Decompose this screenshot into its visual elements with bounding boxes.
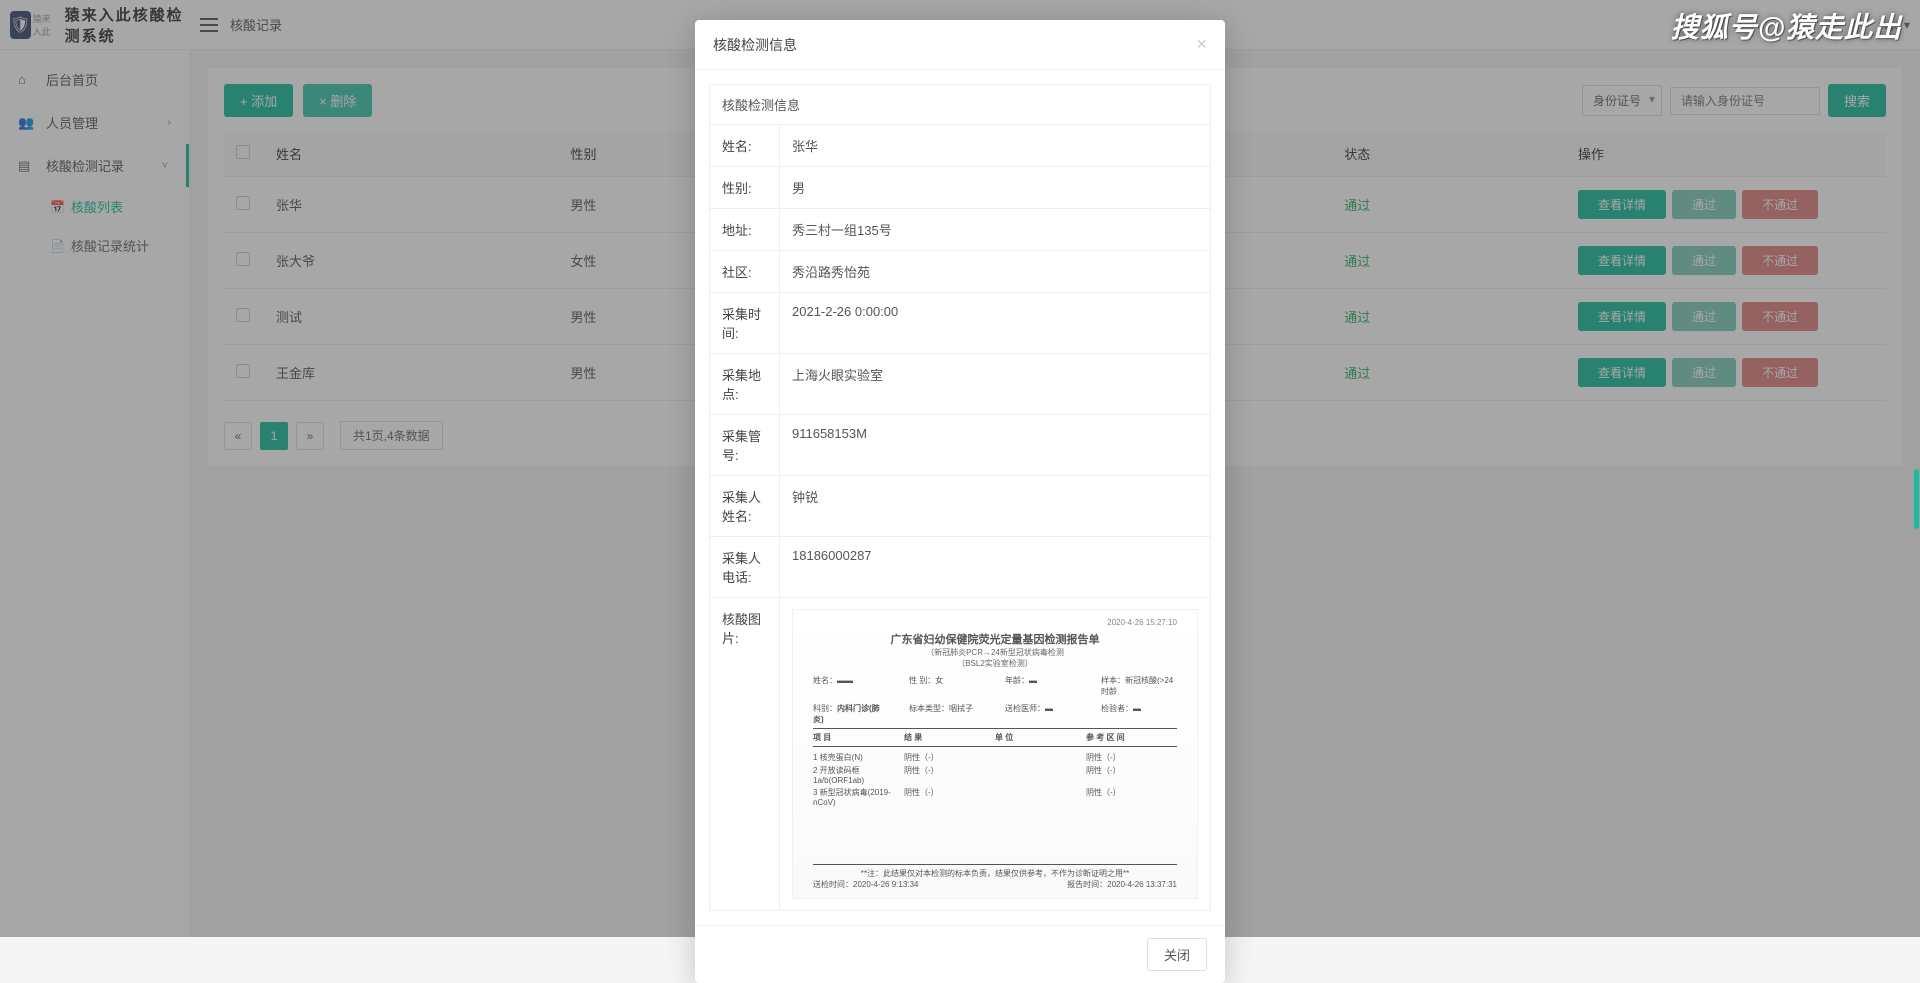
detail-label: 地址: <box>710 209 780 251</box>
detail-row: 社区: 秀沿路秀怡苑 <box>710 251 1211 293</box>
detail-value: 钟锐 <box>780 476 1211 537</box>
detail-image-cell: 2020-4-26 15:27:10 广东省妇幼保健院荧光定量基因检测报告单 （… <box>780 598 1211 911</box>
detail-value: 秀沿路秀怡苑 <box>780 251 1211 293</box>
report-image: 2020-4-26 15:27:10 广东省妇幼保健院荧光定量基因检测报告单 （… <box>792 609 1198 899</box>
detail-value: 张华 <box>780 125 1211 167</box>
detail-row: 姓名: 张华 <box>710 125 1211 167</box>
detail-value: 男 <box>780 167 1211 209</box>
close-icon[interactable]: × <box>1196 34 1207 55</box>
modal-title: 核酸检测信息 <box>713 35 797 55</box>
detail-value: 911658153M <box>780 415 1211 476</box>
detail-label: 性别: <box>710 167 780 209</box>
detail-row: 采集人姓名: 钟锐 <box>710 476 1211 537</box>
detail-row-image: 核酸图片: 2020-4-26 15:27:10 广东省妇幼保健院荧光定量基因检… <box>710 598 1211 911</box>
detail-row: 性别: 男 <box>710 167 1211 209</box>
modal-body: 核酸检测信息 姓名: 张华性别: 男地址: 秀三村一组135号社区: 秀沿路秀怡… <box>695 70 1225 925</box>
detail-row: 采集管号: 911658153M <box>710 415 1211 476</box>
detail-label: 采集管号: <box>710 415 780 476</box>
detail-label: 核酸图片: <box>710 598 780 911</box>
modal-close-button[interactable]: 关闭 <box>1147 938 1207 971</box>
modal-header: 核酸检测信息 × <box>695 20 1225 70</box>
scroll-indicator[interactable] <box>1914 469 1919 529</box>
detail-label: 采集地点: <box>710 354 780 415</box>
detail-label: 采集人姓名: <box>710 476 780 537</box>
detail-modal: 核酸检测信息 × 核酸检测信息 姓名: 张华性别: 男地址: 秀三村一组135号… <box>695 20 1225 983</box>
modal-caption: 核酸检测信息 <box>709 84 1211 124</box>
detail-value: 18186000287 <box>780 537 1211 598</box>
detail-label: 采集人电话: <box>710 537 780 598</box>
detail-value: 上海火眼实验室 <box>780 354 1211 415</box>
detail-row: 采集人电话: 18186000287 <box>710 537 1211 598</box>
detail-label: 姓名: <box>710 125 780 167</box>
detail-row: 采集时间: 2021-2-26 0:00:00 <box>710 293 1211 354</box>
detail-value: 秀三村一组135号 <box>780 209 1211 251</box>
detail-value: 2021-2-26 0:00:00 <box>780 293 1211 354</box>
modal-footer: 关闭 <box>695 925 1225 983</box>
detail-row: 采集地点: 上海火眼实验室 <box>710 354 1211 415</box>
modal-overlay[interactable]: 核酸检测信息 × 核酸检测信息 姓名: 张华性别: 男地址: 秀三村一组135号… <box>0 0 1920 937</box>
detail-label: 社区: <box>710 251 780 293</box>
detail-table: 姓名: 张华性别: 男地址: 秀三村一组135号社区: 秀沿路秀怡苑采集时间: … <box>709 124 1211 911</box>
detail-row: 地址: 秀三村一组135号 <box>710 209 1211 251</box>
detail-label: 采集时间: <box>710 293 780 354</box>
